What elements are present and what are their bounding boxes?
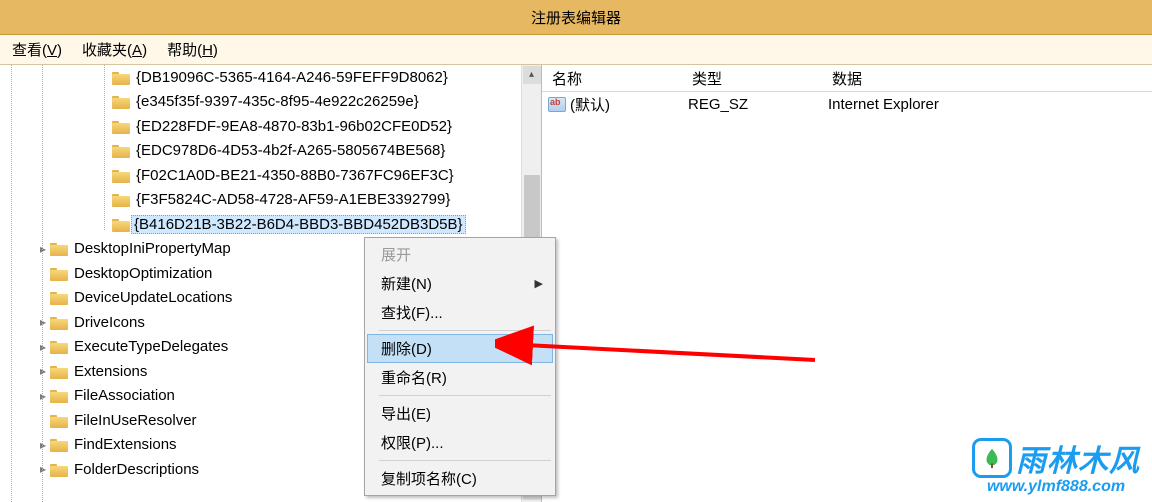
tree-item[interactable]: ▸{F02C1A0D-BE21-4350-88B0-7367FC96EF3C} — [0, 163, 521, 188]
string-value-icon — [548, 97, 566, 112]
watermark-logo-icon — [972, 438, 1012, 478]
expand-icon[interactable]: ▸ — [36, 389, 50, 403]
cm-permissions[interactable]: 权限(P)... — [367, 428, 553, 457]
col-header-type[interactable]: 类型 — [682, 68, 822, 89]
tree-connector — [11, 65, 12, 502]
folder-icon — [50, 437, 68, 452]
cm-expand: 展开 — [367, 240, 553, 269]
col-header-data[interactable]: 数据 — [822, 68, 1152, 89]
folder-icon — [112, 217, 130, 232]
cm-separator — [379, 395, 551, 396]
folder-icon — [50, 339, 68, 354]
tree-item[interactable]: ▸{EDC978D6-4D53-4b2f-A265-5805674BE568} — [0, 139, 521, 164]
cm-copy-key-name[interactable]: 复制项名称(C) — [367, 464, 553, 493]
value-data: Internet Explorer — [828, 96, 1152, 113]
context-menu: 展开 新建(N)▶ 查找(F)... 删除(D) 重命名(R) 导出(E) 权限… — [364, 237, 556, 496]
cm-separator — [379, 460, 551, 461]
folder-icon — [50, 315, 68, 330]
menu-favorites[interactable]: 收藏夹(A) — [72, 35, 157, 64]
folder-icon — [50, 241, 68, 256]
folder-icon — [50, 364, 68, 379]
folder-icon — [112, 168, 130, 183]
tree-connector — [104, 65, 105, 230]
folder-icon — [112, 192, 130, 207]
cm-rename[interactable]: 重命名(R) — [367, 363, 553, 392]
expand-icon[interactable]: ▸ — [36, 315, 50, 329]
folder-icon — [112, 94, 130, 109]
window-title: 注册表编辑器 — [531, 7, 621, 28]
scroll-up-icon[interactable]: ▴ — [523, 66, 541, 84]
cm-find[interactable]: 查找(F)... — [367, 298, 553, 327]
folder-icon — [50, 462, 68, 477]
expand-icon[interactable]: ▸ — [36, 438, 50, 452]
col-header-name[interactable]: 名称 — [542, 68, 682, 89]
watermark-url: www.ylmf888.com — [987, 478, 1125, 496]
expand-icon[interactable]: ▸ — [36, 340, 50, 354]
tree-item[interactable]: ▸{ED228FDF-9EA8-4870-83b1-96b02CFE0D52} — [0, 114, 521, 139]
folder-icon — [50, 388, 68, 403]
details-header-row: 名称 类型 数据 — [542, 65, 1152, 92]
window-titlebar: 注册表编辑器 — [0, 0, 1152, 35]
expand-icon[interactable]: ▸ — [36, 242, 50, 256]
tree-item[interactable]: ▸{F3F5824C-AD58-4728-AF59-A1EBE3392799} — [0, 188, 521, 213]
tree-connector — [42, 65, 43, 502]
expand-icon[interactable]: ▸ — [36, 462, 50, 476]
tree-item-selected[interactable]: ▸{B416D21B-3B22-B6D4-BBD3-BBD452DB3D5B} — [0, 212, 521, 237]
cm-export[interactable]: 导出(E) — [367, 399, 553, 428]
folder-icon — [112, 119, 130, 134]
submenu-arrow-icon: ▶ — [535, 277, 543, 290]
cm-separator — [379, 330, 551, 331]
watermark: 雨林木风 www.ylmf888.com — [972, 436, 1140, 496]
tree-item[interactable]: ▸{DB19096C-5365-4164-A246-59FEFF9D8062} — [0, 65, 521, 90]
menu-help[interactable]: 帮助(H) — [157, 35, 228, 64]
value-name: (默认) — [570, 94, 610, 115]
menu-view[interactable]: 查看(V) — [2, 35, 72, 64]
cm-new[interactable]: 新建(N)▶ — [367, 269, 553, 298]
folder-icon — [112, 143, 130, 158]
folder-icon — [50, 290, 68, 305]
folder-icon — [50, 413, 68, 428]
value-row[interactable]: (默认) REG_SZ Internet Explorer — [542, 92, 1152, 116]
expand-icon[interactable]: ▸ — [36, 364, 50, 378]
folder-icon — [50, 266, 68, 281]
tree-item[interactable]: ▸{e345f35f-9397-435c-8f95-4e922c26259e} — [0, 90, 521, 115]
watermark-brand: 雨林木风 — [1016, 436, 1140, 480]
cm-delete[interactable]: 删除(D) — [367, 334, 553, 363]
menubar: 查看(V) 收藏夹(A) 帮助(H) — [0, 35, 1152, 65]
folder-icon — [112, 70, 130, 85]
value-type: REG_SZ — [688, 96, 828, 113]
